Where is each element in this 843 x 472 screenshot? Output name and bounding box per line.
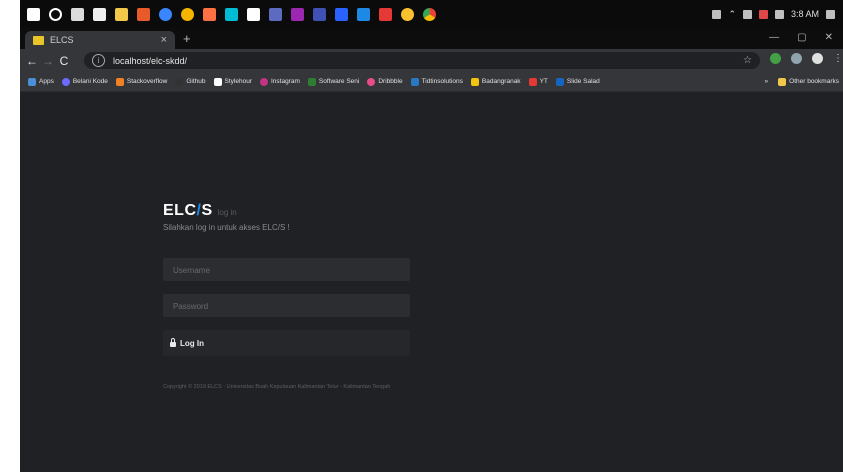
profile-avatar[interactable] bbox=[812, 53, 823, 64]
app-icon-13[interactable] bbox=[401, 7, 414, 21]
close-window-button[interactable]: ✕ bbox=[825, 32, 833, 43]
screen: ⌃ 3:8 AM ELCS × + — ▢ ✕ ← → C i ☆ bbox=[20, 0, 843, 472]
app-icon-2[interactable] bbox=[159, 7, 172, 21]
window-controls: — ▢ ✕ bbox=[769, 32, 833, 43]
extensions: ⋮ bbox=[770, 53, 843, 64]
bookmark-icon bbox=[470, 77, 479, 86]
back-button[interactable]: ← bbox=[24, 54, 40, 68]
bookmark-apps[interactable]: Apps bbox=[28, 77, 54, 86]
extension-icon-1[interactable] bbox=[770, 53, 781, 64]
reload-button[interactable]: C bbox=[56, 54, 72, 68]
github-icon bbox=[175, 77, 184, 86]
close-tab-icon[interactable]: × bbox=[161, 34, 167, 46]
clock[interactable]: 3:8 AM bbox=[791, 9, 819, 19]
stackoverflow-icon bbox=[115, 77, 124, 86]
bookmark-belani-kode[interactable]: Belani Kode bbox=[61, 77, 108, 86]
omnibox[interactable]: i ☆ bbox=[84, 52, 760, 69]
maximize-button[interactable]: ▢ bbox=[797, 32, 806, 43]
extension-icon-2[interactable] bbox=[791, 53, 802, 64]
copyright-text: Copyright © 2019 ELCS · Universitas Buah… bbox=[163, 384, 391, 390]
tab-strip: ELCS × + — ▢ ✕ bbox=[20, 28, 843, 49]
login-page: ELC/S log in Silahkan log in untuk akses… bbox=[20, 92, 843, 472]
bookmark-stackoverflow[interactable]: Stackoverflow bbox=[115, 77, 167, 86]
bookmark-icon bbox=[307, 77, 316, 86]
network-icon[interactable] bbox=[742, 9, 752, 19]
app-icon-12[interactable] bbox=[379, 7, 392, 21]
start-icon[interactable] bbox=[27, 7, 40, 21]
chrome-icon[interactable] bbox=[423, 7, 436, 21]
new-tab-button[interactable]: + bbox=[183, 31, 191, 46]
notification-icon[interactable] bbox=[826, 9, 835, 19]
browser-tab[interactable]: ELCS × bbox=[25, 31, 175, 49]
bookmark-icon bbox=[555, 77, 564, 86]
store-icon[interactable] bbox=[93, 7, 106, 21]
brand-subtext: log in bbox=[217, 208, 237, 217]
windows-taskbar: ⌃ 3:8 AM bbox=[20, 0, 843, 28]
bookmark-star-icon[interactable]: ☆ bbox=[743, 55, 752, 66]
login-button-label: Log In bbox=[180, 338, 204, 348]
site-info-icon[interactable]: i bbox=[92, 54, 105, 67]
app-brand: ELC/S log in bbox=[163, 202, 237, 220]
menu-icon[interactable]: ⋮ bbox=[833, 53, 843, 64]
bookmarks-right: » Other bookmarks bbox=[765, 72, 839, 91]
app-icon-1[interactable] bbox=[137, 7, 150, 21]
password-field[interactable] bbox=[163, 294, 410, 319]
bookmark-yt[interactable]: YT bbox=[528, 77, 548, 86]
forward-button[interactable]: → bbox=[40, 54, 56, 68]
brand-logo: ELC/S bbox=[163, 202, 213, 219]
taskbar-icons bbox=[20, 7, 436, 21]
app-icon-5[interactable] bbox=[225, 7, 238, 21]
apps-icon bbox=[28, 77, 36, 86]
lock-icon bbox=[170, 337, 176, 347]
login-button[interactable]: Log In bbox=[163, 330, 410, 356]
app-icon-9[interactable] bbox=[313, 7, 326, 21]
chevron-up-icon[interactable]: ⌃ bbox=[728, 9, 736, 20]
app-icon-4[interactable] bbox=[203, 7, 216, 21]
bookmarks-bar: Apps Belani Kode Stackoverflow Github St… bbox=[20, 72, 843, 92]
app-icon-6[interactable] bbox=[247, 7, 260, 21]
app-icon-10[interactable] bbox=[335, 7, 348, 21]
dribbble-icon bbox=[367, 77, 376, 86]
app-icon-11[interactable] bbox=[357, 7, 370, 21]
search-icon[interactable] bbox=[49, 7, 62, 21]
bookmark-dribbble[interactable]: Dribbble bbox=[367, 77, 403, 86]
folder-icon[interactable] bbox=[115, 7, 128, 21]
favicon-icon bbox=[33, 35, 44, 45]
stylehour-icon bbox=[213, 77, 222, 86]
bookmark-stylehour[interactable]: Stylehour bbox=[213, 77, 252, 86]
login-subtitle: Silahkan log in untuk akses ELC/S ! bbox=[163, 223, 290, 232]
instagram-icon bbox=[259, 77, 268, 86]
folder-icon bbox=[778, 77, 787, 86]
address-row: ← → C i ☆ ⋮ bbox=[20, 49, 843, 72]
people-icon[interactable] bbox=[712, 9, 722, 19]
app-icon-3[interactable] bbox=[181, 7, 194, 21]
youtube-icon bbox=[528, 77, 537, 86]
username-input[interactable] bbox=[171, 258, 405, 283]
more-bookmarks-button[interactable]: » bbox=[765, 78, 769, 85]
other-bookmarks[interactable]: Other bookmarks bbox=[778, 77, 839, 86]
address-input[interactable] bbox=[111, 54, 715, 67]
system-tray: ⌃ 3:8 AM bbox=[712, 0, 835, 28]
password-input[interactable] bbox=[171, 294, 405, 319]
bookmark-slide-salad[interactable]: Slide Salad bbox=[555, 77, 600, 86]
bookmark-instagram[interactable]: Instagram bbox=[259, 77, 300, 86]
battery-icon[interactable] bbox=[758, 9, 768, 19]
tab-title: ELCS bbox=[50, 35, 74, 45]
minimize-button[interactable]: — bbox=[769, 32, 779, 43]
app-icon-8[interactable] bbox=[291, 7, 304, 21]
bookmark-badangranak[interactable]: Badangranak bbox=[470, 77, 521, 86]
volume-icon[interactable] bbox=[774, 9, 784, 19]
bookmark-tidtinsolutions[interactable]: Tidtinsolutions bbox=[410, 77, 463, 86]
username-field[interactable] bbox=[163, 258, 410, 283]
bookmark-github[interactable]: Github bbox=[175, 77, 206, 86]
app-icon-7[interactable] bbox=[269, 7, 282, 21]
bookmark-icon bbox=[410, 77, 419, 86]
bookmark-software-seni[interactable]: Software Seni bbox=[307, 77, 359, 86]
task-view-icon[interactable] bbox=[71, 7, 84, 21]
bookmark-icon bbox=[61, 77, 70, 86]
